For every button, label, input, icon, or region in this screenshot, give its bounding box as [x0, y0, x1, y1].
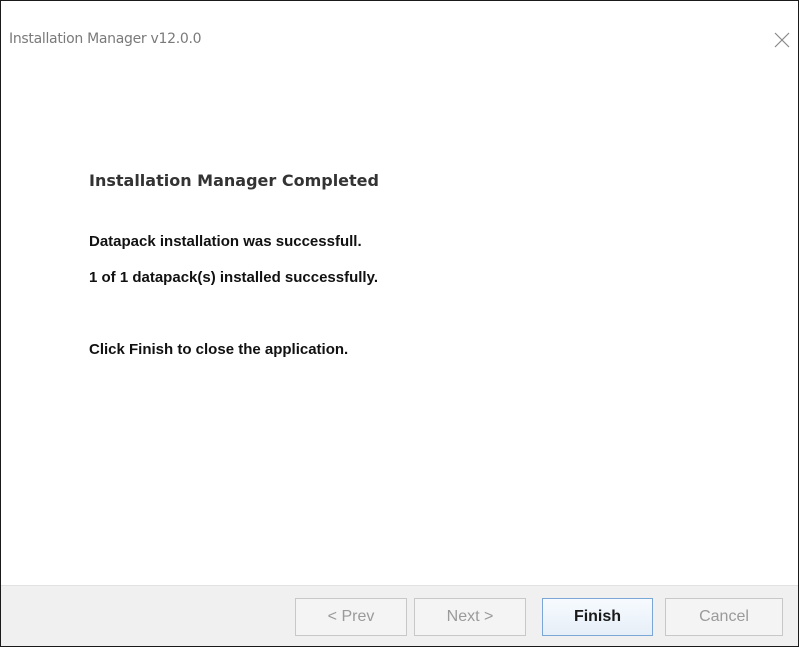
window-title: Installation Manager v12.0.0 [9, 31, 202, 47]
status-message-install: Datapack installation was successfull. [89, 233, 362, 250]
prev-button[interactable]: < Prev [295, 598, 407, 636]
close-icon [774, 32, 790, 48]
finish-button[interactable]: Finish [542, 598, 653, 636]
instruction-text: Click Finish to close the application. [89, 341, 349, 358]
page-title: Installation Manager Completed [89, 171, 379, 190]
close-button[interactable] [768, 23, 798, 57]
title-bar[interactable]: Installation Manager v12.0.0 [1, 1, 798, 89]
installer-window: Installation Manager v12.0.0 Installatio… [0, 0, 799, 647]
content-panel [1, 89, 798, 585]
status-message-count: 1 of 1 datapack(s) installed successfull… [89, 269, 378, 286]
cancel-button[interactable]: Cancel [665, 598, 783, 636]
next-button[interactable]: Next > [414, 598, 526, 636]
button-bar: < Prev Next > Finish Cancel [1, 585, 798, 646]
